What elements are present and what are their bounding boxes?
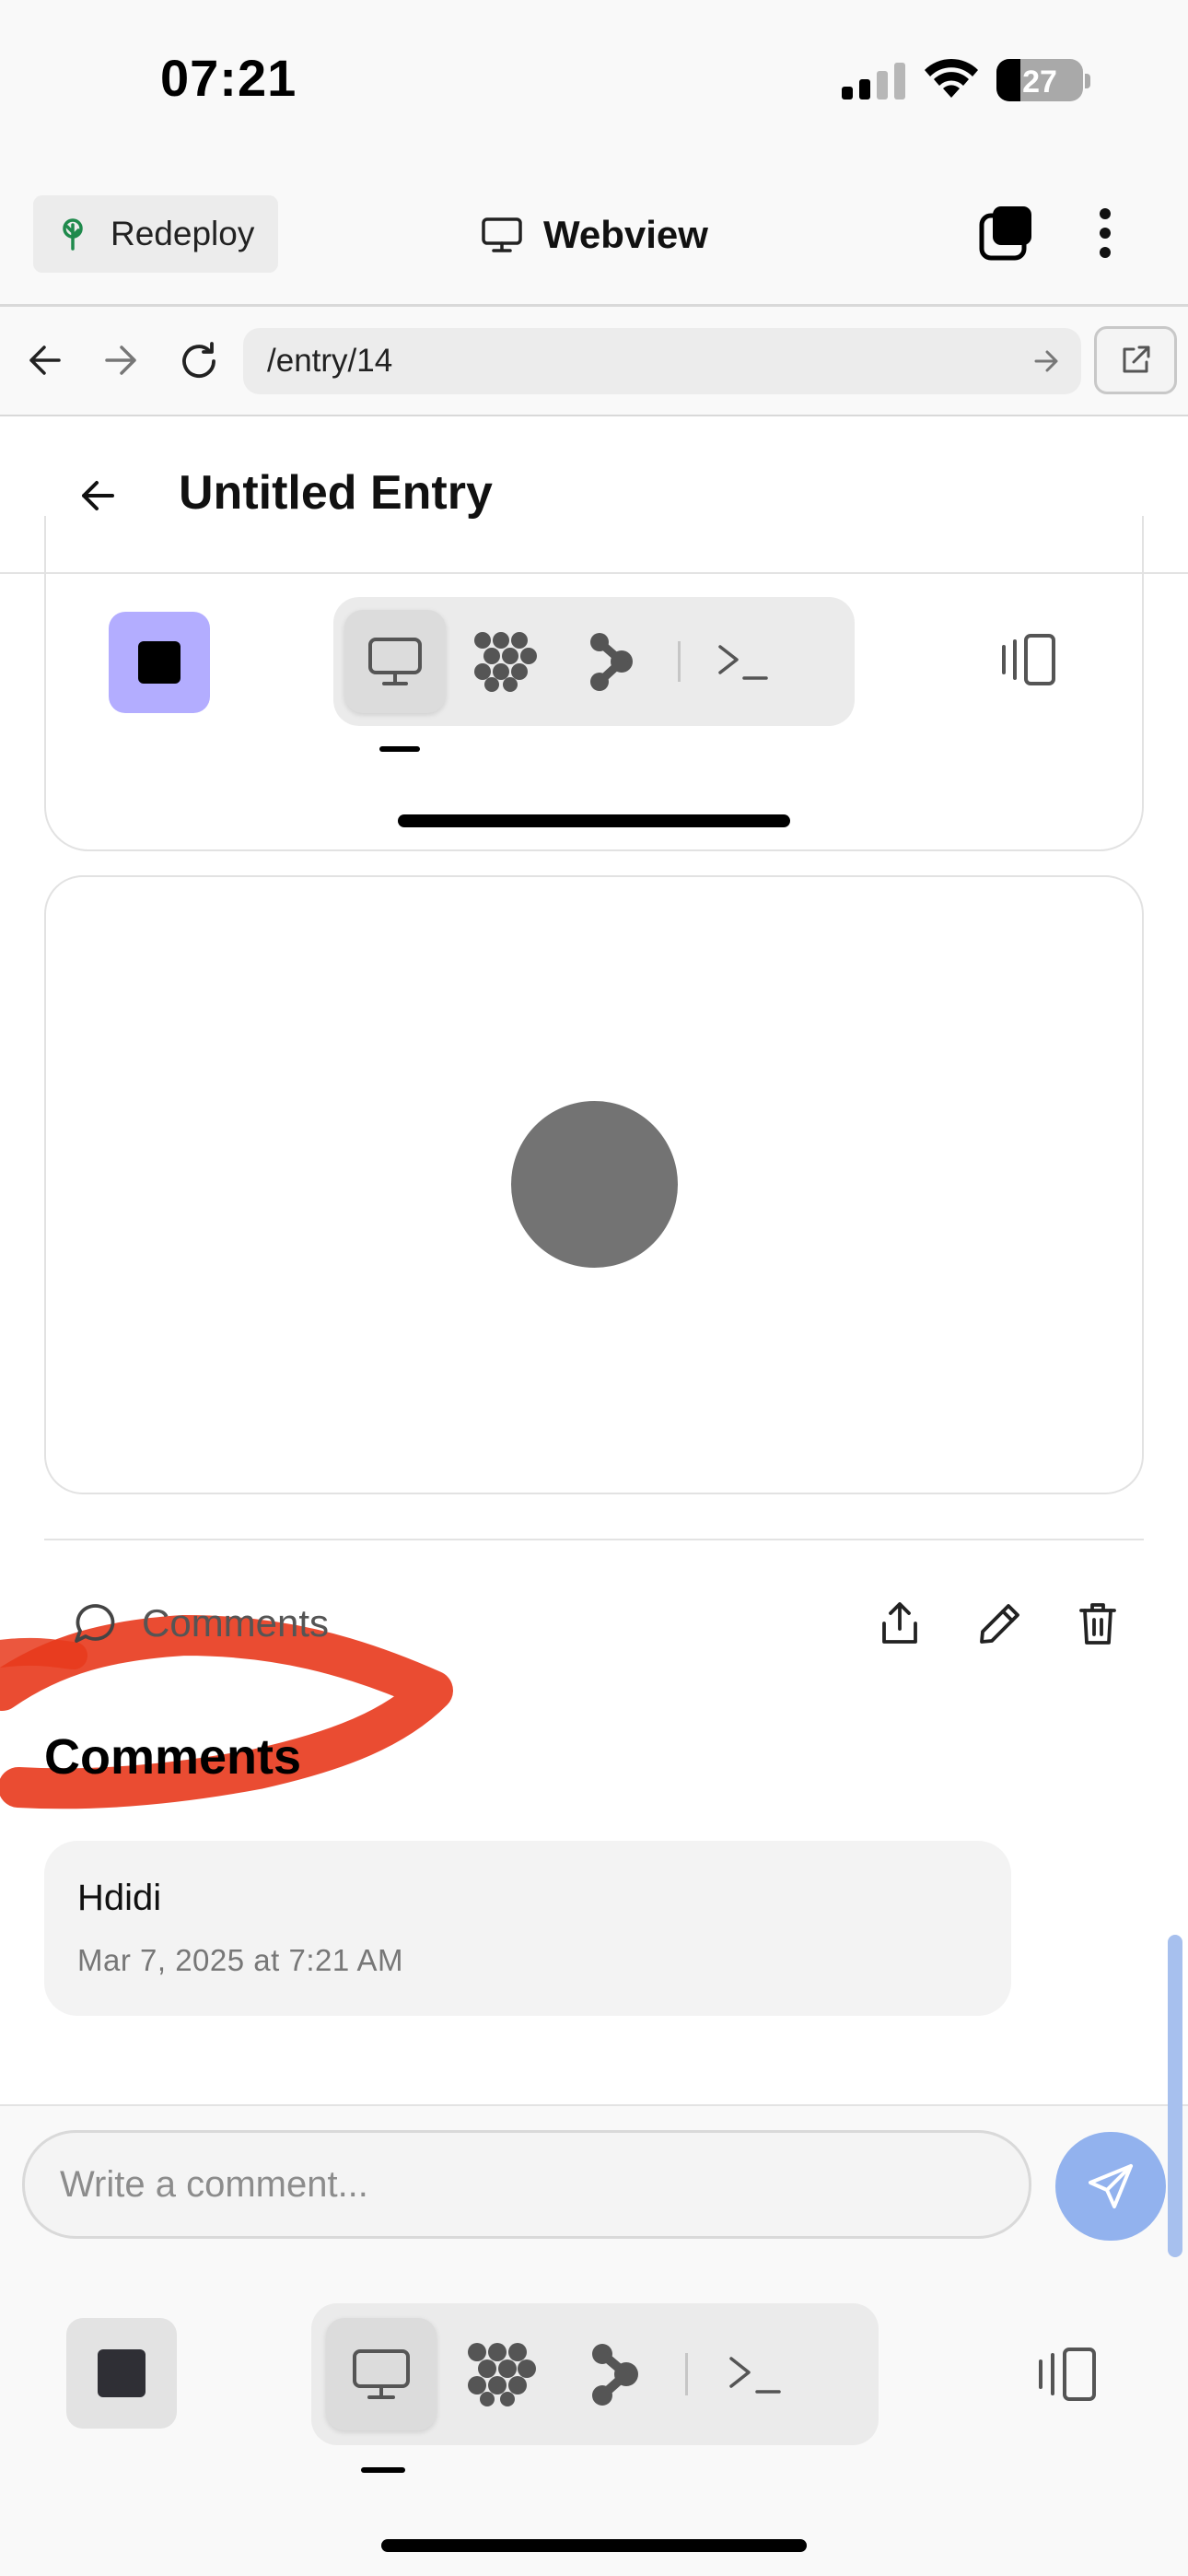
- go-arrow-icon[interactable]: [1033, 348, 1059, 374]
- battery-nub: [1085, 74, 1090, 88]
- dock-app-icon[interactable]: [66, 2318, 177, 2429]
- split-view-icon[interactable]: [996, 632, 1057, 687]
- comment-text: Hdidi: [77, 1878, 162, 1918]
- app-icon-square: [138, 641, 181, 684]
- status-time: 07:21: [160, 49, 297, 107]
- open-external-button[interactable]: [1094, 326, 1177, 394]
- share-button[interactable]: [877, 1599, 923, 1647]
- redeploy-button[interactable]: Redeploy: [33, 195, 278, 273]
- reload-icon[interactable]: [179, 341, 219, 381]
- composer-divider: [0, 2104, 1188, 2106]
- comment-item: Hdidi Mar 7, 2025 at 7:21 AM: [44, 1841, 1011, 2016]
- comments-heading: Comments: [44, 1729, 302, 1785]
- terminal-icon: [728, 2353, 781, 2395]
- page-title: Untitled Entry: [179, 466, 493, 520]
- wifi-icon: [923, 57, 980, 100]
- forward-arrow-icon[interactable]: [103, 343, 138, 378]
- url-field[interactable]: /entry/14: [243, 328, 1081, 394]
- webview-title: Webview: [481, 205, 708, 265]
- pencil-icon: [979, 1602, 1021, 1645]
- dots-grid-icon: [473, 631, 538, 692]
- page-back-icon[interactable]: [79, 477, 116, 514]
- dots-grid-icon: [467, 2342, 537, 2406]
- scrollbar[interactable]: [1168, 1935, 1182, 2257]
- embedded-home-indicator: [398, 814, 790, 827]
- monitor-icon: [481, 217, 523, 253]
- dock-desktop-view-tab[interactable]: [326, 2318, 437, 2430]
- desktop-icon: [367, 636, 423, 687]
- redeploy-label: Redeploy: [111, 215, 255, 252]
- desktop-view-tab[interactable]: [344, 610, 446, 713]
- delete-button[interactable]: [1076, 1599, 1120, 1647]
- branch-icon: [588, 631, 635, 692]
- dock-view-mode-segmented-control: [311, 2303, 879, 2445]
- branch-icon: [590, 2342, 640, 2406]
- share-icon: [880, 1601, 919, 1645]
- comment-input[interactable]: [22, 2130, 1031, 2239]
- comments-toggle-label: Comments: [142, 1601, 330, 1645]
- tree-icon: [59, 217, 87, 251]
- comment-timestamp: Mar 7, 2025 at 7:21 AM: [77, 1943, 404, 1977]
- more-vertical-icon[interactable]: [1094, 206, 1116, 260]
- dock-active-tab-underline: [361, 2467, 405, 2473]
- chat-bubble-icon: [74, 1602, 118, 1645]
- battery-icon: 27: [996, 59, 1083, 101]
- dock-segment-divider: [685, 2353, 688, 2395]
- grid-view-tab[interactable]: [446, 610, 565, 713]
- webview-title-text: Webview: [543, 213, 708, 256]
- active-tab-underline: [379, 746, 420, 752]
- signal-icon: [842, 63, 908, 100]
- back-arrow-icon[interactable]: [28, 343, 63, 378]
- content-divider: [44, 1539, 1144, 1540]
- dock-app-square: [98, 2349, 146, 2397]
- battery-level: 27: [1022, 64, 1057, 100]
- segment-divider: [678, 641, 681, 682]
- terminal-icon: [716, 641, 768, 682]
- media-placeholder-circle: [511, 1101, 678, 1268]
- tabs-icon[interactable]: [978, 205, 1035, 262]
- edit-button[interactable]: [976, 1599, 1024, 1647]
- send-icon: [1087, 2162, 1135, 2210]
- dock-branch-view-tab[interactable]: [567, 2318, 663, 2430]
- external-link-icon: [1119, 344, 1152, 377]
- desktop-icon: [352, 2348, 411, 2401]
- view-mode-segmented-control: [333, 597, 855, 726]
- send-comment-button[interactable]: [1055, 2132, 1166, 2241]
- dock-grid-view-tab[interactable]: [437, 2318, 567, 2430]
- comments-toggle[interactable]: Comments: [74, 1601, 329, 1645]
- home-indicator: [381, 2539, 807, 2552]
- terminal-view-tab[interactable]: [701, 610, 784, 713]
- header-divider: [0, 304, 1188, 307]
- branch-view-tab[interactable]: [565, 610, 658, 713]
- dock-terminal-view-tab[interactable]: [710, 2318, 798, 2430]
- url-text: /entry/14: [267, 343, 393, 379]
- split-view-icon[interactable]: [1033, 2346, 1098, 2403]
- app-icon[interactable]: [109, 612, 210, 713]
- trash-icon: [1078, 1601, 1117, 1645]
